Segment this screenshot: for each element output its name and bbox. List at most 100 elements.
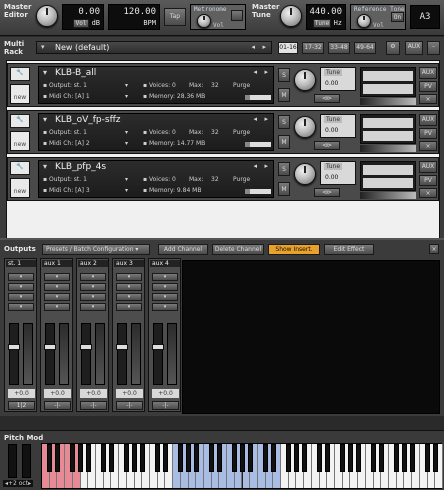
black-key[interactable] bbox=[317, 444, 323, 472]
black-key[interactable] bbox=[178, 444, 184, 472]
volume-slider[interactable] bbox=[360, 145, 416, 152]
black-key[interactable] bbox=[162, 444, 168, 472]
output-dropdown-icon[interactable]: ▾ bbox=[125, 82, 128, 89]
channel-level-value[interactable]: +0.0 bbox=[44, 389, 71, 398]
insert-slot[interactable]: ▾ bbox=[44, 283, 70, 291]
purge-menu[interactable]: Purge bbox=[233, 129, 250, 136]
channel-name[interactable]: aux 4 bbox=[150, 260, 180, 267]
midi-port[interactable]: [A] bbox=[75, 187, 84, 194]
black-key[interactable] bbox=[70, 444, 76, 472]
midi-dropdown-icon[interactable]: ▾ bbox=[125, 187, 128, 194]
black-key[interactable] bbox=[263, 444, 269, 472]
pv-button[interactable]: PV bbox=[419, 175, 437, 186]
black-key[interactable] bbox=[247, 444, 253, 472]
delete-channel-button[interactable]: Delete Channel bbox=[212, 244, 264, 255]
instrument-prev-icon[interactable]: ◂ bbox=[253, 68, 257, 76]
insert-slot[interactable]: ▾ bbox=[152, 293, 178, 301]
pitch-wheel[interactable] bbox=[8, 444, 17, 478]
instrument-close-icon[interactable]: × bbox=[419, 188, 437, 198]
midi-channel[interactable]: 3 bbox=[86, 187, 90, 194]
purge-menu[interactable]: Purge bbox=[233, 176, 250, 183]
black-key[interactable] bbox=[324, 444, 330, 472]
pv-button[interactable]: PV bbox=[419, 81, 437, 92]
pan-control[interactable]: ⊲⊳ bbox=[314, 94, 340, 103]
tune-value[interactable]: 0.00 bbox=[325, 80, 338, 87]
instrument-close-icon[interactable]: × bbox=[419, 94, 437, 104]
volume-slider[interactable] bbox=[360, 98, 416, 105]
volume-knob[interactable] bbox=[36, 5, 58, 27]
instrument-next-icon[interactable]: ▸ bbox=[264, 68, 268, 76]
black-key[interactable] bbox=[240, 444, 245, 472]
output-value[interactable]: st. 1 bbox=[74, 176, 87, 183]
insert-slot[interactable]: ▾ bbox=[116, 283, 142, 291]
insert-slot[interactable]: ▾ bbox=[8, 283, 34, 291]
midi-port[interactable]: [A] bbox=[75, 140, 84, 147]
multi-dropdown-icon[interactable]: ▾ bbox=[41, 43, 45, 51]
solo-button[interactable]: S bbox=[278, 162, 290, 176]
mod-wheel[interactable] bbox=[22, 444, 31, 478]
instrument-name[interactable]: KLB_pfp_4s bbox=[55, 162, 106, 172]
outputs-close-icon[interactable]: × bbox=[429, 244, 439, 254]
insert-slot[interactable]: ▾ bbox=[80, 293, 106, 301]
black-key[interactable] bbox=[85, 444, 91, 472]
insert-slot[interactable]: ▾ bbox=[44, 293, 70, 301]
fader-handle[interactable] bbox=[152, 344, 164, 350]
black-key[interactable] bbox=[347, 444, 353, 472]
channel-level-value[interactable]: +0.0 bbox=[116, 389, 143, 398]
black-key[interactable] bbox=[432, 444, 438, 472]
tap-button[interactable]: Tap bbox=[164, 8, 186, 26]
max-voices-value[interactable]: 32 bbox=[211, 82, 219, 89]
instrument-collapse-icon[interactable]: ▾ bbox=[43, 115, 47, 124]
black-key[interactable] bbox=[124, 444, 130, 472]
octave-shift[interactable]: ◂+2 oct▸ bbox=[3, 480, 34, 487]
metronome-toggle[interactable] bbox=[231, 10, 243, 21]
channel-routing[interactable]: 1|2 bbox=[8, 401, 35, 410]
insert-slot[interactable]: ▾ bbox=[152, 303, 178, 311]
multi-next-icon[interactable]: ▸ bbox=[262, 43, 266, 51]
insert-slot[interactable]: ▾ bbox=[80, 303, 106, 311]
aux-button[interactable]: AUX bbox=[419, 114, 437, 126]
black-key[interactable] bbox=[409, 444, 415, 472]
black-key[interactable] bbox=[155, 444, 161, 472]
black-key[interactable] bbox=[186, 444, 191, 472]
volume-button[interactable]: Vol bbox=[73, 19, 89, 28]
black-key[interactable] bbox=[132, 444, 137, 472]
mute-button[interactable]: M bbox=[278, 182, 290, 196]
instrument-next-icon[interactable]: ▸ bbox=[264, 162, 268, 170]
channel-name[interactable]: st. 1 bbox=[6, 260, 36, 267]
black-key[interactable] bbox=[78, 444, 83, 472]
channel-name[interactable]: aux 1 bbox=[42, 260, 72, 267]
black-key[interactable] bbox=[294, 444, 299, 472]
black-key[interactable] bbox=[355, 444, 361, 472]
insert-slot[interactable]: ▾ bbox=[80, 273, 106, 281]
channel-fader[interactable] bbox=[44, 323, 56, 385]
instrument-icon[interactable]: new bbox=[10, 178, 30, 198]
tune-button[interactable]: Tune bbox=[313, 19, 331, 28]
reference-on-button[interactable]: On bbox=[391, 12, 404, 22]
black-key[interactable] bbox=[301, 444, 307, 472]
mute-button[interactable]: M bbox=[278, 135, 290, 149]
output-dropdown-icon[interactable]: ▾ bbox=[125, 176, 128, 183]
aux-button[interactable]: AUX bbox=[419, 67, 437, 79]
midi-dropdown-icon[interactable]: ▾ bbox=[125, 93, 128, 100]
black-key[interactable] bbox=[139, 444, 145, 472]
tune-knob[interactable] bbox=[294, 69, 316, 91]
black-key[interactable] bbox=[108, 444, 114, 472]
insert-slot[interactable]: ▾ bbox=[116, 273, 142, 281]
channel-name[interactable]: aux 3 bbox=[114, 260, 144, 267]
wrench-icon[interactable]: 🔧 bbox=[10, 161, 30, 175]
channel-routing[interactable]: -|- bbox=[44, 401, 71, 410]
black-key[interactable] bbox=[425, 444, 431, 472]
solo-button[interactable]: S bbox=[278, 68, 290, 82]
solo-button[interactable]: S bbox=[278, 115, 290, 129]
tune-value[interactable]: 0.00 bbox=[325, 127, 338, 134]
black-key[interactable] bbox=[270, 444, 276, 472]
multi-prev-icon[interactable]: ◂ bbox=[251, 43, 255, 51]
page-01-16[interactable]: 01-16 bbox=[278, 42, 298, 54]
channel-fader[interactable] bbox=[8, 323, 20, 385]
channel-fader[interactable] bbox=[152, 323, 164, 385]
instrument-prev-icon[interactable]: ◂ bbox=[253, 115, 257, 123]
output-dropdown-icon[interactable]: ▾ bbox=[125, 129, 128, 136]
tune-value[interactable]: 0.00 bbox=[325, 174, 338, 181]
black-key[interactable] bbox=[101, 444, 107, 472]
